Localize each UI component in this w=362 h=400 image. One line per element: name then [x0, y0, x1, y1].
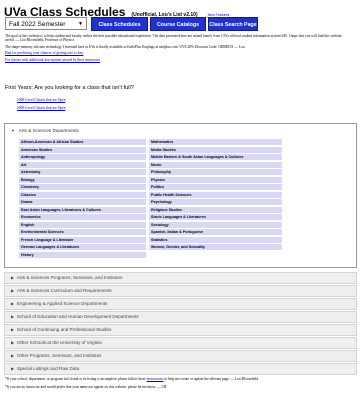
section-title: Other Programs, Seminars, and Institutes: [16, 353, 102, 358]
caret-right-icon: ▶: [11, 367, 14, 371]
section-title: Arts & Sciences Programs, Seminars, and …: [16, 275, 123, 280]
department-link[interactable]: Environmental Sciences: [19, 229, 146, 236]
footer-note-missing: *If your school, department, or program …: [5, 377, 353, 381]
department-link[interactable]: Biology: [19, 176, 146, 183]
panel-header[interactable]: ▼ Arts & Sciences Departments: [5, 124, 356, 137]
caret-down-icon: ▼: [11, 129, 15, 133]
header: UVa Class Schedules (Unofficial, Lou's L…: [4, 3, 358, 19]
caret-right-icon: ▶: [11, 302, 14, 306]
department-link[interactable]: Public Health Sciences: [149, 191, 282, 198]
intro-text: The goal of this website is to help stud…: [5, 34, 350, 65]
footer-note-text-a: *If your school, department, or program …: [5, 377, 147, 381]
collapsed-section[interactable]: ▶ Other Schools at the University of Virg…: [4, 337, 357, 349]
footer-note-instructor: *If you are an instructor and would pref…: [5, 385, 167, 390]
collapsed-section[interactable]: ▶ School of Education and Human Developme…: [4, 311, 357, 323]
collapsed-section[interactable]: ▶ Special Listings and Raw Data: [4, 363, 357, 375]
instructions-link[interactable]: instructions: [147, 377, 164, 381]
department-link[interactable]: Mathematics: [149, 139, 282, 146]
first-years-links: 1000-Level Classes that are Open 2000-Le…: [17, 96, 66, 112]
collapsed-section[interactable]: ▶ School of Continuing and Professional S…: [4, 324, 357, 336]
course-catalogs-index-button[interactable]: Course Catalogs Index: [150, 17, 206, 42]
caret-right-icon: ▶: [11, 354, 14, 358]
footer-note-text-b: to help me create or update the relevant…: [163, 377, 259, 381]
semester-select[interactable]: Fall 2022 Semester ▼: [5, 17, 87, 30]
department-link[interactable]: German Languages & Literatures: [19, 244, 146, 251]
intro-paragraph-goal: The goal of this website is to help stud…: [5, 34, 342, 43]
department-link[interactable]: Religious Studies: [149, 206, 282, 213]
department-link[interactable]: Sociology: [149, 221, 282, 228]
department-link[interactable]: American Studies: [19, 146, 146, 153]
department-link[interactable]: Economics: [19, 214, 146, 221]
collapsed-section[interactable]: ▶ Engineering & Applied Science Departmen…: [4, 298, 357, 310]
section-title: School of Continuing and Professional St…: [16, 327, 112, 332]
department-link[interactable]: Chemistry: [19, 184, 146, 191]
class-search-page-button[interactable]: Class Search Page: [208, 17, 258, 31]
department-link[interactable]: Statistics: [149, 236, 282, 243]
section-title: Engineering & Applied Science Department…: [16, 301, 108, 306]
footer: *If your school, department, or program …: [5, 377, 353, 394]
department-link[interactable]: Music: [149, 161, 282, 168]
caret-right-icon: ▶: [11, 289, 14, 293]
department-link[interactable]: Spanish, Italian & Portuguese: [149, 229, 282, 236]
panel-title: Arts & Sciences Departments: [18, 128, 79, 133]
department-link[interactable]: Middle Eastern & South Asian Languages &…: [149, 154, 282, 161]
semester-select-value: Fall 2022 Semester: [9, 21, 66, 28]
collapsed-section[interactable]: ▶ Arts & Sciences Curriculum and Requirem…: [4, 285, 357, 297]
section-title: Special Listings and Raw Data: [16, 366, 80, 371]
collapsed-section[interactable]: ▶ Arts & Sciences Programs, Seminars, and…: [4, 272, 357, 284]
arts-sciences-departments-panel: ▼ Arts & Sciences Departments African-Am…: [4, 123, 357, 268]
first-years-prompt: First Years: Are you looking for a class…: [5, 85, 134, 91]
nav-bar: Fall 2022 Semester ▼ Class Schedules Ind…: [5, 17, 357, 42]
department-link[interactable]: Philosophy: [149, 169, 282, 176]
page: UVa Class Schedules (Unofficial, Lou's L…: [0, 0, 362, 400]
section-title: Arts & Sciences Curriculum and Requireme…: [16, 288, 112, 293]
descriptions-link[interactable]: For classes with additional descriptions…: [5, 58, 100, 62]
department-link[interactable]: Astronomy: [19, 169, 146, 176]
department-link[interactable]: Women, Gender, and Sexuality: [149, 244, 282, 251]
department-link[interactable]: History: [19, 251, 146, 258]
caret-right-icon: ▶: [11, 315, 14, 319]
department-link[interactable]: Art: [19, 161, 146, 168]
caret-right-icon: ▶: [11, 341, 14, 345]
department-link[interactable]: Physics: [149, 176, 282, 183]
department-link[interactable]: French Language & Literature: [19, 236, 146, 243]
department-link[interactable]: Drama: [19, 199, 146, 206]
section-title: School of Education and Human Developmen…: [16, 314, 139, 319]
department-link[interactable]: African-American & African Studies: [19, 139, 146, 146]
department-link[interactable]: East Asian Languages, Literatures & Cult…: [19, 206, 146, 213]
title-row: UVa Class Schedules (Unofficial, Lou's L…: [4, 3, 358, 19]
open-1000-level-link[interactable]: 1000-Level Classes that are Open: [17, 96, 66, 104]
caret-right-icon: ▶: [11, 328, 14, 332]
department-link[interactable]: English: [19, 221, 146, 228]
department-link[interactable]: Politics: [149, 184, 282, 191]
department-link[interactable]: Psychology: [149, 199, 282, 206]
collapsed-section[interactable]: ▶ Other Programs, Seminars, and Institute…: [4, 350, 357, 362]
section-title: Other Schools at the University of Virgi…: [16, 340, 102, 345]
open-2000-level-link[interactable]: 2000-Level Classes that are Open: [17, 104, 66, 112]
department-link[interactable]: Classics: [19, 191, 146, 198]
chevron-down-icon: ▼: [78, 21, 83, 27]
intro-paragraph-earplugs: The shape-memory silicone technology I i…: [5, 44, 245, 49]
caret-right-icon: ▶: [11, 276, 14, 280]
department-link[interactable]: Media Studies: [149, 146, 282, 153]
department-link[interactable]: Anthropology: [19, 154, 146, 161]
department-link[interactable]: Slavic Languages & Literatures: [149, 214, 282, 221]
hint-link[interactable]: Hint for predicting your chances of gett…: [5, 51, 83, 55]
class-schedules-index-button[interactable]: Class Schedules Index: [91, 17, 148, 42]
